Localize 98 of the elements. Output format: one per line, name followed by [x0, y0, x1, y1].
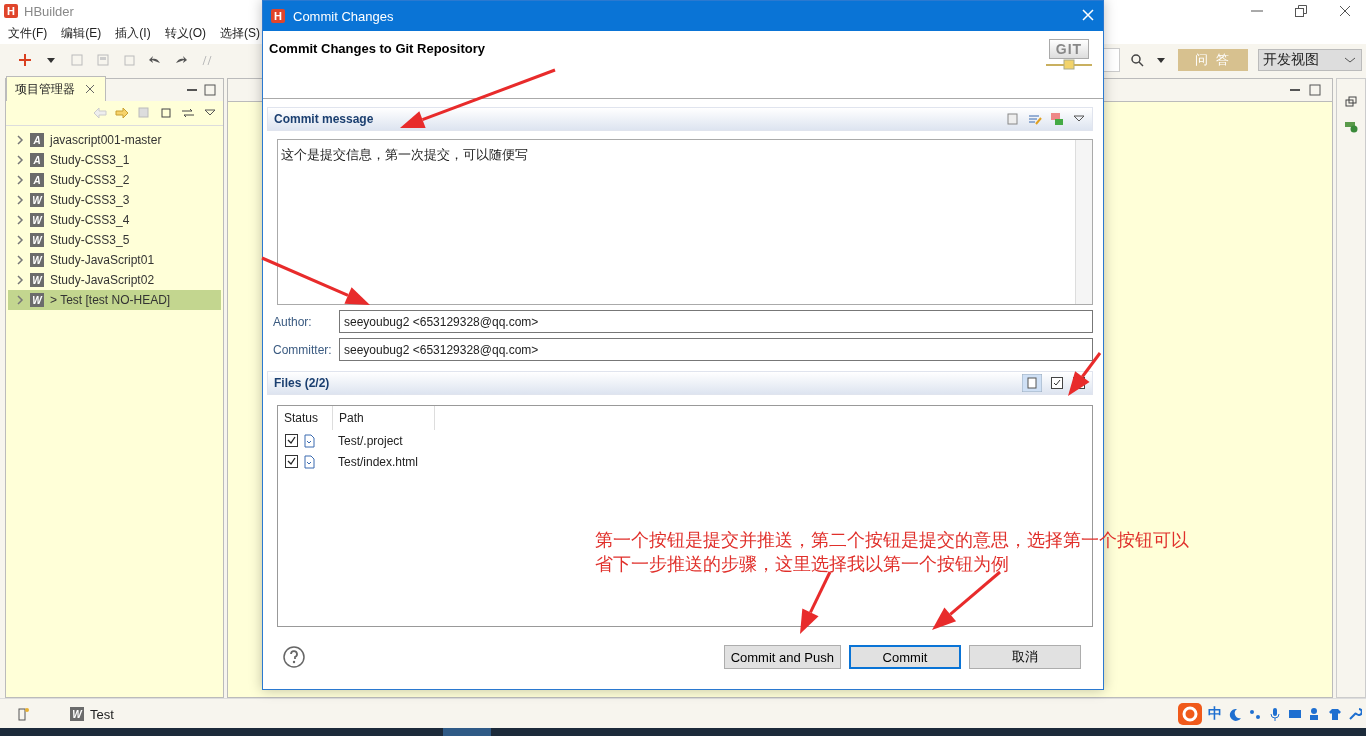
help-icon — [283, 646, 305, 668]
copy-icon — [122, 53, 136, 67]
collapse-icon — [159, 106, 173, 120]
menu-item[interactable]: 转义(O) — [164, 24, 206, 42]
history-icon — [1006, 112, 1020, 126]
shirt-icon — [1328, 707, 1342, 721]
chevron-right-icon — [14, 173, 24, 187]
section-header: Commit message — [267, 107, 1093, 131]
save-icon — [70, 53, 84, 67]
project-icon: A — [30, 133, 44, 147]
maximize-icon — [1308, 83, 1322, 97]
restore-icon — [1344, 95, 1358, 109]
app-logo: H — [4, 4, 18, 18]
project-icon: W — [30, 273, 44, 287]
panel-tab[interactable]: 项目管理器 — [6, 76, 106, 101]
format-icon — [200, 53, 214, 67]
project-icon: W — [30, 193, 44, 207]
chevron-right-icon — [14, 293, 24, 307]
spellcheck-icon — [1028, 112, 1042, 126]
microphone-icon — [1268, 707, 1282, 721]
chevron-right-icon — [14, 273, 24, 287]
search-icon — [1130, 53, 1144, 67]
copy-icon — [137, 106, 151, 120]
section-header: Files (2/2) — [267, 371, 1093, 395]
project-item[interactable]: W Study-JavaScript02 — [8, 270, 221, 290]
file-icon — [302, 433, 316, 448]
moon-icon — [1228, 707, 1242, 721]
dialog-button[interactable]: Commit and Push — [723, 645, 841, 669]
maximize-icon — [203, 83, 217, 97]
field-label: Committer: — [273, 342, 333, 357]
close-icon — [1081, 7, 1095, 22]
keyboard-icon — [1288, 707, 1302, 721]
chevron-right-icon — [14, 193, 24, 207]
save-all-icon — [96, 53, 110, 67]
project-icon: A — [30, 153, 44, 167]
close-icon — [1338, 4, 1352, 18]
project-icon: W — [30, 213, 44, 227]
back-arrow-icon — [93, 106, 107, 120]
project-item[interactable]: W > Test [test NO-HEAD] — [8, 290, 221, 310]
select-all-icon — [1050, 376, 1064, 390]
menu-item[interactable]: 选择(S) — [220, 24, 260, 42]
chevron-right-icon — [14, 233, 24, 247]
chevron-right-icon — [14, 253, 24, 267]
dialog-heading: Commit Changes to Git Repository — [269, 41, 485, 58]
project-item[interactable]: A Study-CSS3_1 — [8, 150, 221, 170]
server-icon — [1344, 119, 1358, 133]
file-checkbox[interactable] — [285, 455, 298, 468]
project-icon: W — [30, 233, 44, 247]
file-path: Test/index.html — [338, 454, 419, 469]
project-item[interactable]: W Study-CSS3_4 — [8, 210, 221, 230]
sogou-icon — [1178, 703, 1202, 725]
phone-icon — [16, 707, 30, 721]
project-icon: A — [30, 173, 44, 187]
app-logo: H — [271, 9, 285, 23]
project-icon: W — [70, 707, 84, 721]
annotation-arrow — [800, 571, 832, 634]
chevron-right-icon — [14, 133, 24, 147]
chevron-right-icon — [14, 153, 24, 167]
menu-item[interactable]: 编辑(E) — [61, 24, 102, 42]
project-item[interactable]: A javascript001-master — [8, 130, 221, 150]
signoff-icon — [1050, 112, 1064, 126]
forward-arrow-icon — [115, 106, 129, 120]
perspective-dropdown[interactable]: 开发视图 — [1258, 49, 1362, 71]
minimize-icon — [1290, 89, 1300, 91]
close-icon — [83, 82, 97, 96]
restore-icon — [1294, 4, 1308, 18]
punctuation-icon — [1248, 707, 1262, 721]
git-logo: GIT — [1041, 39, 1097, 81]
annotation-arrow — [1068, 352, 1102, 396]
project-item[interactable]: W Study-JavaScript01 — [8, 250, 221, 270]
dialog-button[interactable]: 取消 — [969, 645, 1081, 669]
menu-item[interactable]: 文件(F) — [8, 24, 48, 42]
project-item[interactable]: W Study-CSS3_5 — [8, 230, 221, 250]
project-icon: W — [30, 293, 44, 307]
commit-message-field[interactable]: 这个是提交信息，第一次提交，可以随便写 — [277, 139, 1093, 305]
author-field[interactable]: seeyoubug2 <653129328@qq.com> — [339, 310, 1093, 333]
ime-mode[interactable]: 中 — [1208, 705, 1222, 723]
dialog-button[interactable]: Commit — [849, 645, 961, 669]
menu-item[interactable]: 插入(I) — [115, 24, 151, 42]
field-label: Author: — [273, 314, 313, 329]
file-icon — [302, 454, 316, 469]
file-path: Test/.project — [338, 433, 403, 448]
wrench-icon — [1348, 707, 1362, 721]
column-header[interactable]: Status — [278, 406, 333, 430]
file-checkbox[interactable] — [285, 434, 298, 447]
project-item[interactable]: A Study-CSS3_2 — [8, 170, 221, 190]
link-icon — [181, 106, 195, 120]
project-name: Test — [90, 706, 114, 722]
column-header[interactable]: Path — [333, 406, 435, 430]
committer-field[interactable]: seeyoubug2 <653129328@qq.com> — [339, 338, 1093, 361]
project-icon: W — [30, 253, 44, 267]
chevron-right-icon — [14, 213, 24, 227]
untracked-toggle-icon — [1022, 374, 1042, 392]
plus-icon — [18, 53, 32, 67]
minimize-icon — [187, 89, 197, 91]
window-title: HBuilder — [24, 3, 74, 19]
project-item[interactable]: W Study-CSS3_3 — [8, 190, 221, 210]
dialog-title: Commit Changes — [293, 8, 394, 24]
